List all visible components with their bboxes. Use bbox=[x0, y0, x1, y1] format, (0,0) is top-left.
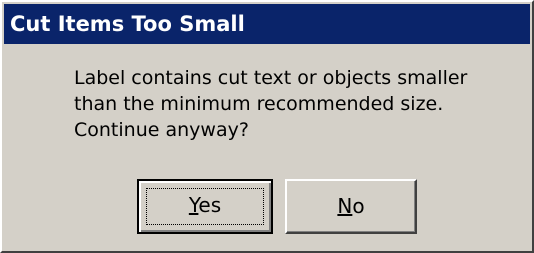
message-line-3: Continue anyway? bbox=[74, 119, 249, 141]
no-button[interactable]: No bbox=[285, 179, 417, 234]
dialog-title-bar[interactable]: Cut Items Too Small bbox=[4, 4, 530, 44]
dialog-message: Label contains cut text or objects small… bbox=[74, 65, 514, 143]
no-label-rest: o bbox=[352, 194, 365, 218]
dialog-title: Cut Items Too Small bbox=[10, 12, 245, 36]
cut-items-dialog: Cut Items Too Small Label contains cut t… bbox=[0, 0, 534, 253]
message-line-1: Label contains cut text or objects small… bbox=[74, 67, 468, 89]
no-mnemonic: N bbox=[337, 194, 353, 218]
yes-label-rest: es bbox=[198, 193, 222, 217]
message-line-2: than the minimum recommended size. bbox=[74, 93, 444, 115]
yes-mnemonic: Y bbox=[188, 193, 199, 217]
yes-button[interactable]: Yes bbox=[137, 179, 273, 234]
